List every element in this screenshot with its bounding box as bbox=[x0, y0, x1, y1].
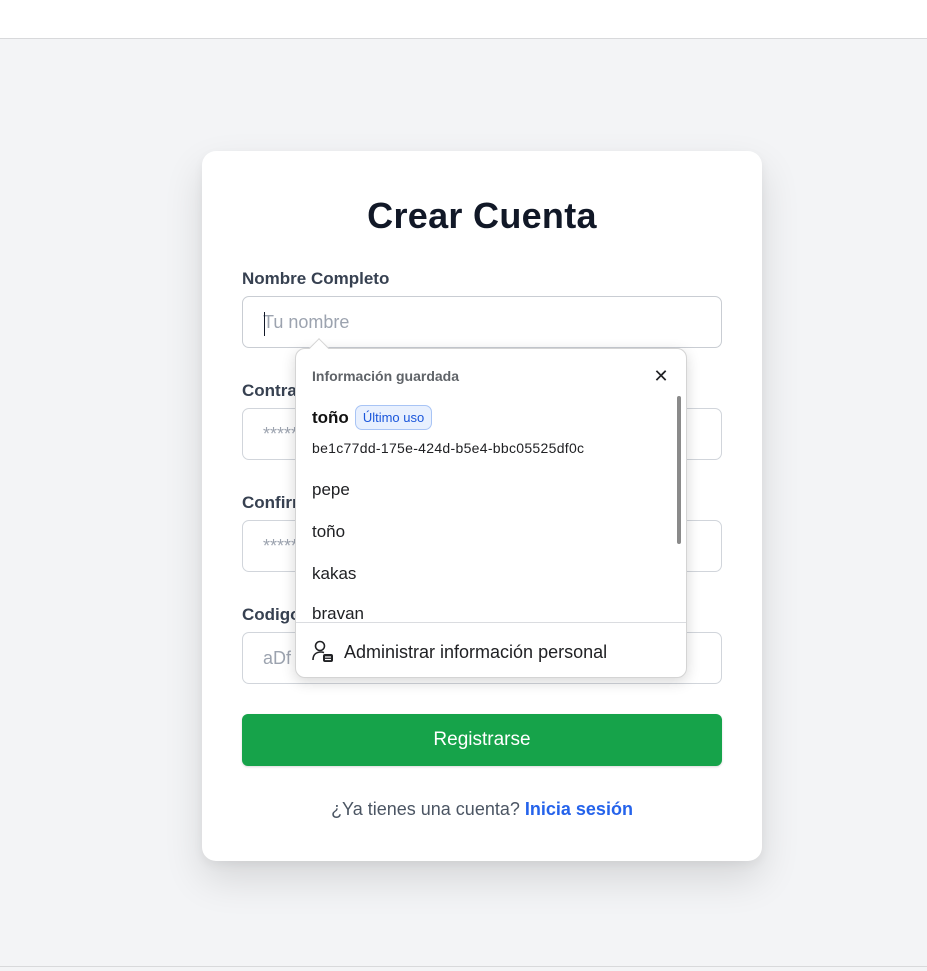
login-prompt-row: ¿Ya tienes una cuenta? Inicia sesión bbox=[202, 799, 762, 820]
text-caret bbox=[264, 312, 265, 336]
autofill-popup: Información guardada ✕ toño Último uso be… bbox=[295, 338, 687, 678]
autofill-suggestion[interactable]: pepe bbox=[312, 480, 350, 500]
autofill-suggestion[interactable]: bravan bbox=[312, 604, 364, 621]
autofill-header: Información guardada bbox=[312, 368, 460, 384]
manage-label: Administrar información personal bbox=[344, 641, 608, 662]
login-link[interactable]: Inicia sesión bbox=[525, 799, 633, 819]
browser-top-bar bbox=[0, 0, 927, 39]
close-icon[interactable]: ✕ bbox=[650, 365, 672, 387]
autofill-suggestion[interactable]: kakas bbox=[312, 564, 356, 584]
name-label: Nombre Completo bbox=[242, 269, 390, 288]
register-button[interactable]: Registrarse bbox=[242, 714, 722, 766]
page-title: Crear Cuenta bbox=[367, 195, 597, 236]
autofill-suggestion[interactable]: toño bbox=[312, 522, 345, 542]
popup-divider bbox=[296, 622, 686, 623]
password-label: Contra bbox=[242, 381, 297, 400]
login-prompt-text: ¿Ya tienes una cuenta? bbox=[331, 799, 520, 819]
manage-personal-info-button[interactable]: Administrar información personal bbox=[312, 639, 607, 665]
name-input[interactable] bbox=[242, 296, 722, 348]
page-bottom-border bbox=[0, 966, 927, 967]
last-used-badge: Último uso bbox=[354, 405, 433, 430]
person-card-icon bbox=[312, 640, 333, 662]
suggestion-list-clip: bravan bbox=[296, 599, 676, 621]
autofill-suggestion-primary[interactable]: toño Último uso bbox=[312, 405, 672, 430]
code-label: Codigo bbox=[242, 605, 301, 624]
popup-scrollbar[interactable] bbox=[677, 396, 681, 544]
suggestion-name: toño bbox=[312, 407, 349, 427]
suggestion-id: be1c77dd-175e-424d-b5e4-bbc05525df0c bbox=[312, 440, 585, 456]
